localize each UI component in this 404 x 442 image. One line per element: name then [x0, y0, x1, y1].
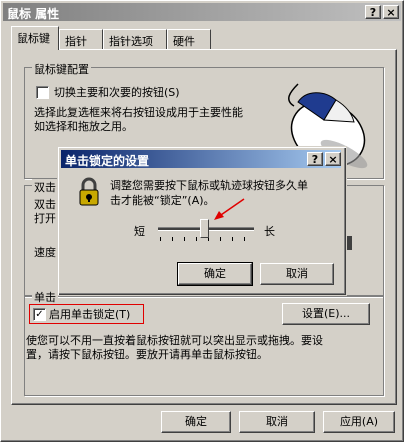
main-title-bar: 鼠标 属性 ? ×	[3, 3, 401, 21]
switch-buttons-checkbox[interactable]	[36, 86, 49, 99]
click-lock-label: 单击	[32, 289, 58, 305]
slider-long-label: 长	[264, 225, 275, 238]
tab-buttons[interactable]: 鼠标键	[11, 26, 59, 50]
dialog-ok-button[interactable]: 确定	[177, 262, 253, 286]
close-button[interactable]: ×	[383, 5, 399, 19]
double-click-speed-label: 速度	[34, 246, 56, 259]
dialog-desc-line1: 调整您需要按下鼠标或轨迹球按钮多久单	[110, 179, 308, 192]
switch-buttons-label[interactable]: 切换主要和次要的按钮(S)	[54, 84, 180, 100]
slider-tick	[220, 237, 221, 241]
footer-apply-button[interactable]: 应用(A)	[323, 411, 395, 433]
double-click-label: 双击	[32, 179, 58, 195]
footer-ok-button[interactable]: 确定	[161, 411, 231, 433]
double-click-desc-line2: 打开	[34, 212, 56, 225]
dialog-help-button[interactable]: ?	[307, 152, 323, 166]
help-button[interactable]: ?	[365, 5, 381, 19]
click-lock-checkbox[interactable]: ✓	[33, 308, 46, 321]
dialog-close-button[interactable]: ×	[325, 152, 341, 166]
tab-pointers[interactable]: 指针	[59, 29, 103, 49]
dialog-title: 单击锁定的设置	[65, 154, 150, 168]
slider-tick	[196, 237, 197, 241]
click-lock-settings-button[interactable]: 设置(E)...	[282, 303, 370, 325]
lock-icon	[79, 177, 99, 206]
footer-cancel-button[interactable]: 取消	[239, 411, 315, 433]
window-title: 鼠标 属性	[7, 7, 60, 21]
slider-tick	[172, 237, 173, 241]
slider-tick	[232, 237, 233, 241]
click-lock-desc-line2: 置，请按下鼠标按钮。要放开请再单击鼠标按钮。	[26, 348, 268, 361]
click-lock-enable-label[interactable]: 启用单击锁定(T)	[49, 306, 130, 322]
dialog-cancel-button[interactable]: 取消	[260, 263, 334, 285]
red-arrow-annotation	[214, 198, 245, 220]
dialog-desc-line2: 击才能被“锁定”(A)。	[110, 194, 215, 207]
slider-thumb[interactable]	[200, 219, 209, 238]
slider-tick	[160, 237, 161, 241]
slider-short-label: 短	[134, 225, 145, 238]
dialog-title-bar: 单击锁定的设置 ? ×	[61, 150, 341, 168]
slider-tick	[184, 237, 185, 241]
tab-hardware[interactable]: 硬件	[167, 29, 211, 49]
switch-desc-line2: 如选择和拖放之用。	[34, 120, 133, 133]
click-lock-settings-dialog: 单击锁定的设置 ? × 调整您需要按下鼠标或轨迹球按钮多久单 击才能被“锁定”(…	[57, 146, 347, 296]
tab-pointer-options[interactable]: 指针选项	[103, 29, 167, 49]
slider-tick	[244, 237, 245, 241]
button-config-label: 鼠标键配置	[32, 61, 91, 77]
